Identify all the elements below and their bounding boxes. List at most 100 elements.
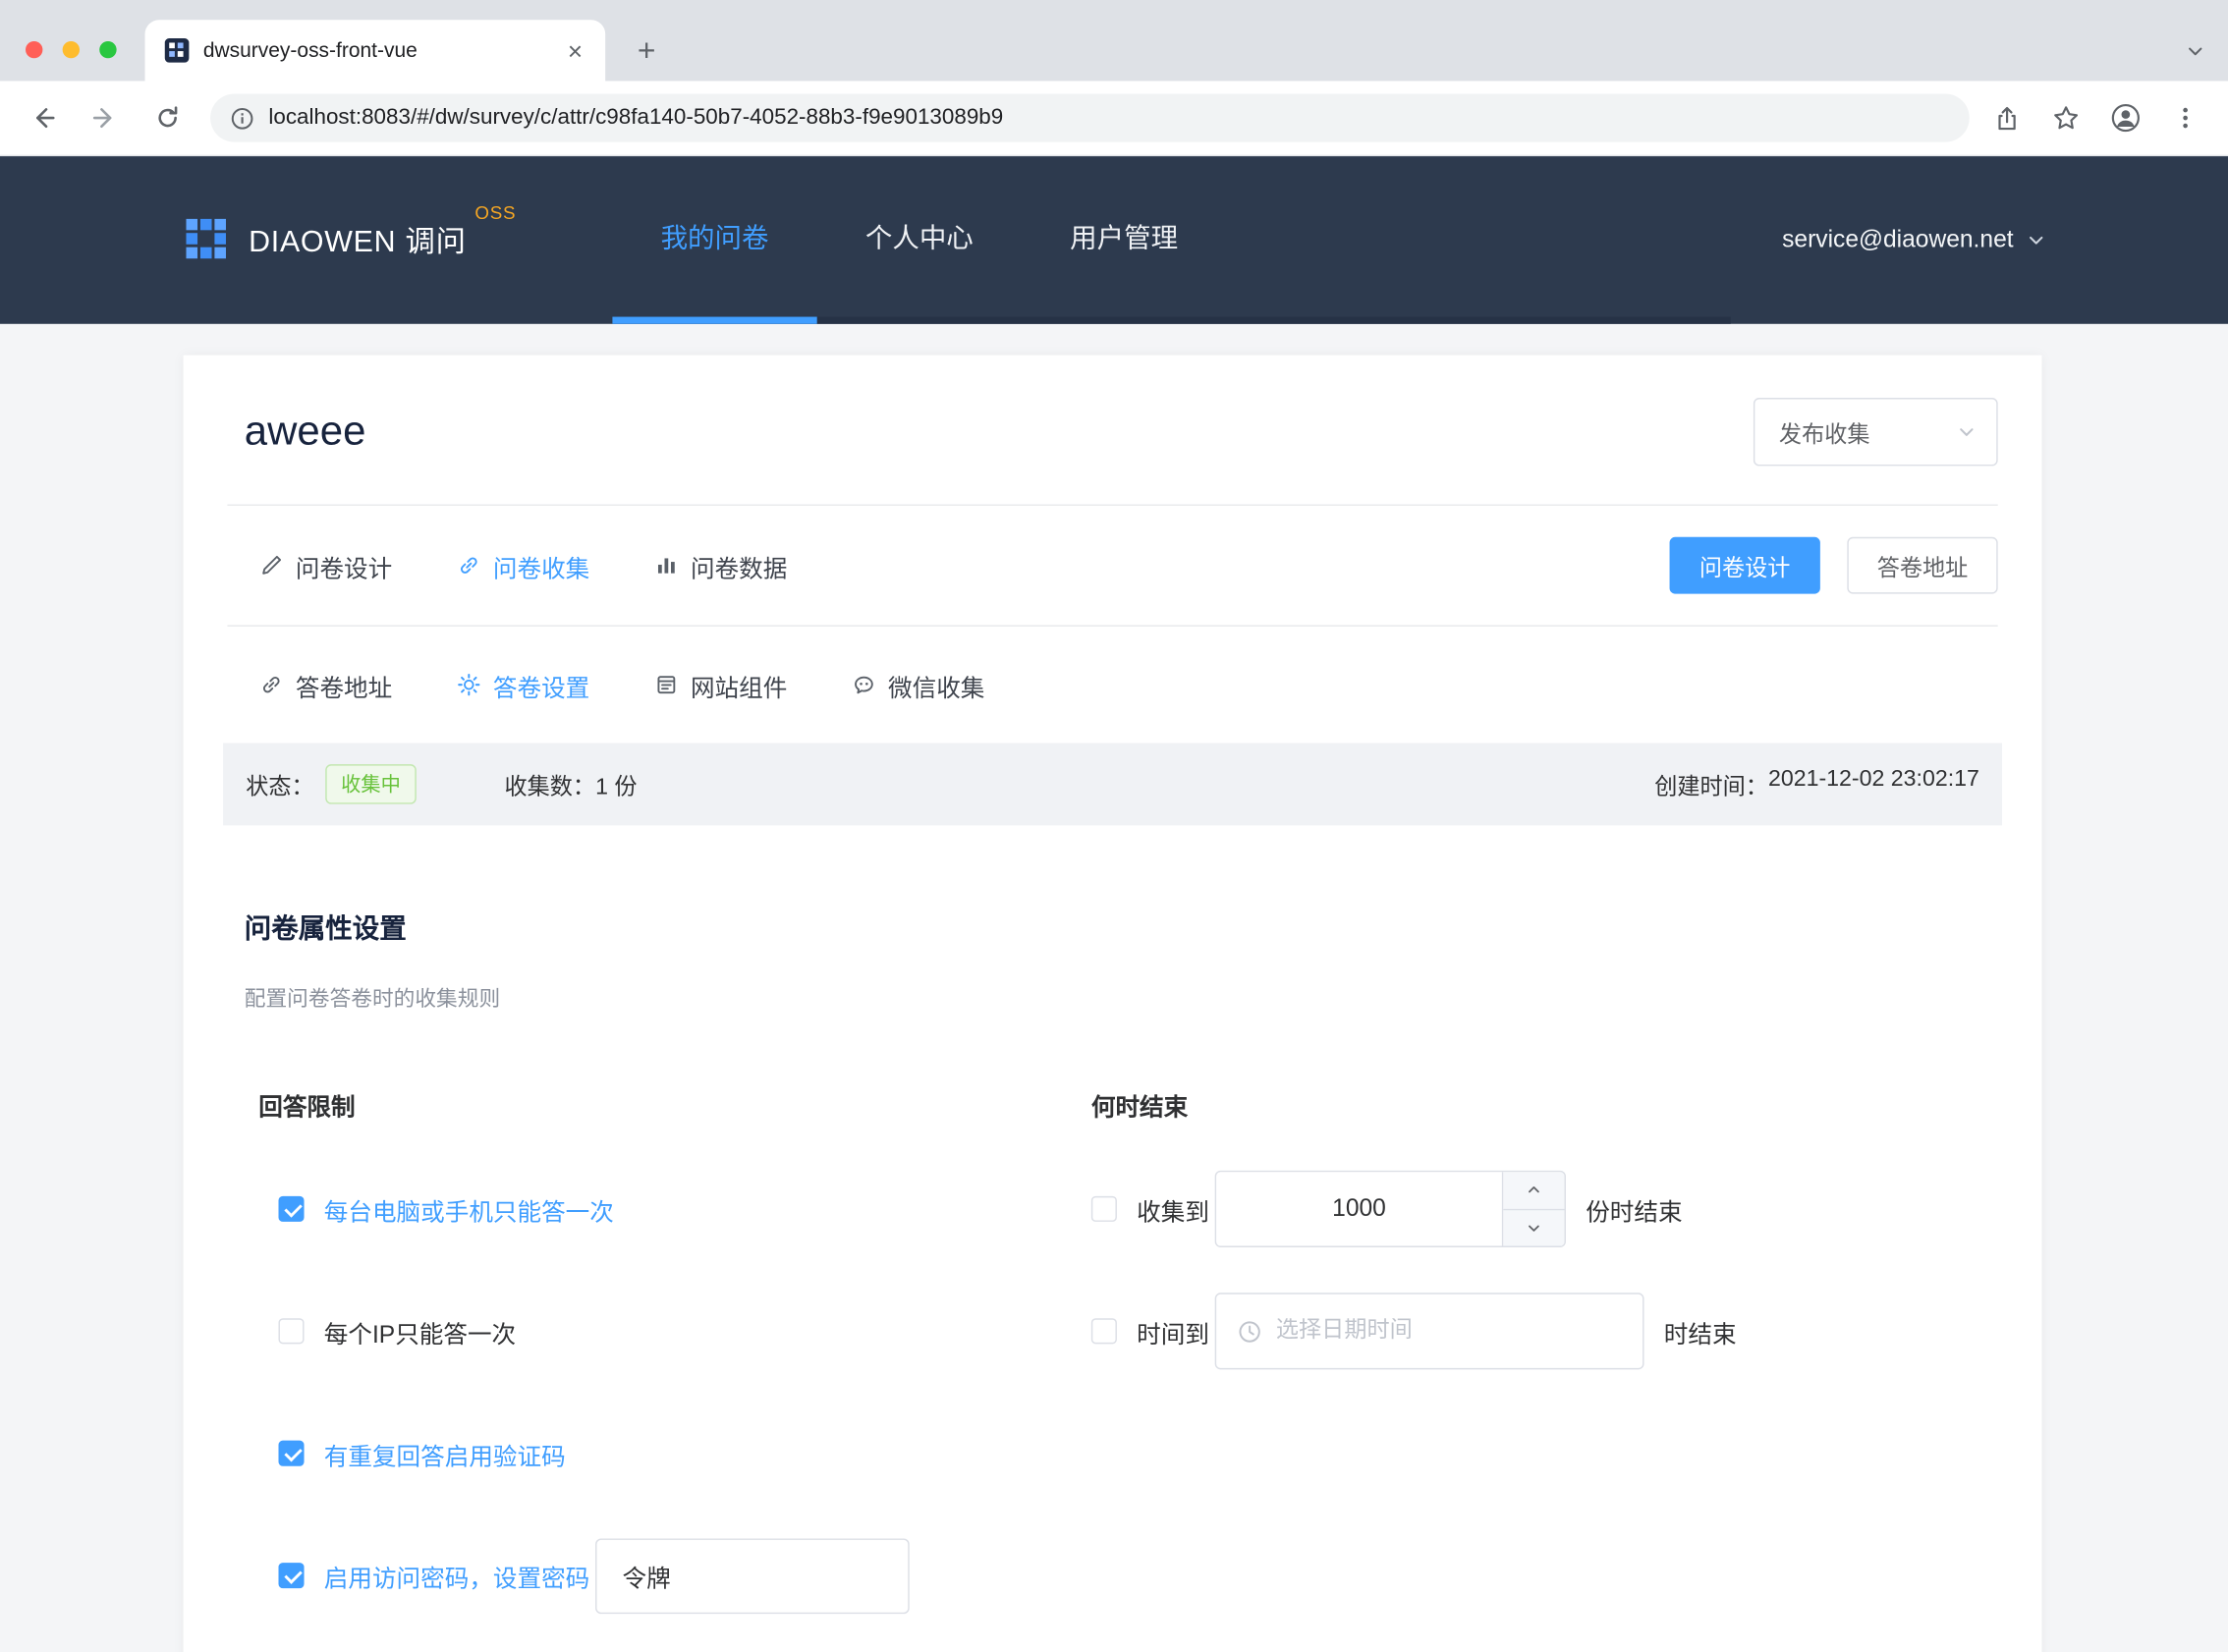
captcha-checkbox[interactable] xyxy=(279,1441,305,1466)
brand-badge: OSS xyxy=(474,201,516,223)
gear-icon xyxy=(458,674,480,696)
bookmark-star-icon[interactable] xyxy=(2046,98,2087,138)
browser-toolbar: localhost:8083/#/dw/survey/c/attr/c98fa1… xyxy=(0,81,2228,156)
tab-label: 问卷收集 xyxy=(493,548,589,583)
tab-label: 微信收集 xyxy=(888,667,984,702)
password-checkbox[interactable] xyxy=(279,1563,305,1588)
tab-label: 问卷数据 xyxy=(691,548,787,583)
survey-card: aweee 发布收集 问卷设计 xyxy=(184,356,2042,1652)
forward-button[interactable] xyxy=(85,98,126,138)
brand-name: DIAOWEN 调问 xyxy=(249,219,467,261)
zoom-window-button[interactable] xyxy=(99,41,116,58)
close-window-button[interactable] xyxy=(26,41,42,58)
collect-count-stepper xyxy=(1215,1171,1566,1247)
option-row-ip-once: 每个IP只能答一次 xyxy=(258,1270,1070,1392)
answer-limit-column: 回答限制 每台电脑或手机只能答一次 每个IP只能答一次 有重复回答启用验证 xyxy=(227,1087,1070,1637)
device-once-checkbox[interactable] xyxy=(279,1196,305,1222)
end-datetime-picker[interactable] xyxy=(1215,1293,1644,1369)
back-button[interactable] xyxy=(23,98,63,138)
stepper-controls xyxy=(1502,1172,1565,1245)
browser-tab[interactable]: dwsurvey-oss-front-vue × xyxy=(145,20,606,81)
toolbar-actions xyxy=(1986,98,2205,138)
end-when-heading: 何时结束 xyxy=(1091,1087,1998,1123)
nav-item-personal-center[interactable]: 个人中心 xyxy=(817,156,1022,316)
url-text[interactable]: localhost:8083/#/dw/survey/c/attr/c98fa1… xyxy=(268,105,1003,131)
wechat-icon xyxy=(853,674,875,696)
nav-item-label: 用户管理 xyxy=(1070,217,1178,255)
tab-actions: 问卷设计 答卷地址 xyxy=(1670,537,1998,594)
link-icon xyxy=(458,554,480,577)
tab-title: dwsurvey-oss-front-vue xyxy=(203,39,562,62)
end-when-rows: 收集到 xyxy=(1091,1148,1998,1393)
ip-once-checkbox[interactable] xyxy=(279,1318,305,1344)
tab-label: 网站组件 xyxy=(691,667,787,702)
option-row-device-once: 每台电脑或手机只能答一次 xyxy=(258,1148,1070,1270)
status-bar: 状态： 收集中 收集数： 1 份 创建时间： 2021-12-02 23:02:… xyxy=(223,743,2002,825)
time-to-checkbox[interactable] xyxy=(1091,1318,1117,1344)
settings-subheading: 配置问卷答卷时的收集规则 xyxy=(245,983,1998,1013)
option-label[interactable]: 收集到 xyxy=(1137,1191,1209,1227)
tab-survey-collect[interactable]: 问卷收集 xyxy=(458,548,590,583)
access-password-input[interactable] xyxy=(595,1538,910,1614)
reload-button[interactable] xyxy=(147,98,188,138)
link-icon xyxy=(260,674,283,696)
profile-avatar-icon[interactable] xyxy=(2106,98,2146,138)
brand[interactable]: DIAOWEN 调问 OSS xyxy=(186,156,612,324)
option-label[interactable]: 启用访问密码，设置密码 xyxy=(324,1558,589,1593)
answer-address-button[interactable]: 答卷地址 xyxy=(1847,537,1997,594)
main-nav: 我的问卷 个人中心 用户管理 xyxy=(612,156,1730,324)
created-time-value: 2021-12-02 23:02:17 xyxy=(1768,767,1979,801)
option-row-time-to: 时间到 时结束 xyxy=(1091,1270,1998,1392)
collect-count-label: 收集数： xyxy=(505,767,596,801)
survey-design-button[interactable]: 问卷设计 xyxy=(1670,537,1820,594)
nav-item-my-surveys[interactable]: 我的问卷 xyxy=(612,156,816,316)
answer-limit-heading: 回答限制 xyxy=(258,1087,1070,1123)
button-label: 问卷设计 xyxy=(1699,548,1791,582)
collect-count-value: 1 份 xyxy=(595,767,637,801)
tab-search-chevron-icon[interactable] xyxy=(2186,41,2205,61)
tab-survey-data[interactable]: 问卷数据 xyxy=(655,548,788,583)
browser-menu-icon[interactable] xyxy=(2165,98,2205,138)
stepper-up-button[interactable] xyxy=(1503,1172,1564,1209)
collect-to-suffix: 份时结束 xyxy=(1586,1191,1682,1227)
collect-count: 收集数： 1 份 xyxy=(505,767,638,801)
created-time-label: 创建时间： xyxy=(1654,767,1768,801)
tab-wechat-collect[interactable]: 微信收集 xyxy=(853,667,985,702)
time-to-suffix: 时结束 xyxy=(1664,1313,1737,1349)
widget-icon xyxy=(655,674,678,696)
tab-site-widget[interactable]: 网站组件 xyxy=(655,667,788,702)
created-time: 创建时间： 2021-12-02 23:02:17 xyxy=(1654,767,1979,801)
screen: dwsurvey-oss-front-vue × + localhost:808… xyxy=(0,0,2228,1652)
new-tab-button[interactable]: + xyxy=(625,29,667,72)
account-menu[interactable]: service@diaowen.net xyxy=(1782,156,2046,324)
share-icon[interactable] xyxy=(1986,98,2027,138)
tab-close-icon[interactable]: × xyxy=(562,34,588,66)
option-label[interactable]: 每个IP只能答一次 xyxy=(324,1313,516,1349)
tab-answer-settings[interactable]: 答卷设置 xyxy=(458,667,590,702)
app-header: DIAOWEN 调问 OSS 我的问卷 个人中心 用户管理 service@di… xyxy=(0,156,2228,324)
nav-item-label: 个人中心 xyxy=(865,217,974,255)
option-label[interactable]: 有重复回答启用验证码 xyxy=(324,1436,566,1471)
minimize-window-button[interactable] xyxy=(63,41,80,58)
collect-to-checkbox[interactable] xyxy=(1091,1196,1117,1222)
option-label[interactable]: 每台电脑或手机只能答一次 xyxy=(324,1191,614,1227)
tab-label: 问卷设计 xyxy=(296,548,392,583)
collect-count-input[interactable] xyxy=(1216,1172,1502,1245)
address-bar[interactable]: localhost:8083/#/dw/survey/c/attr/c98fa1… xyxy=(210,93,1970,141)
site-info-icon[interactable] xyxy=(230,106,254,131)
button-label: 答卷地址 xyxy=(1877,548,1969,582)
option-label[interactable]: 时间到 xyxy=(1137,1313,1209,1349)
publish-collect-select[interactable]: 发布收集 xyxy=(1754,398,1998,466)
tab-label: 答卷设置 xyxy=(493,667,589,702)
page-body: aweee 发布收集 问卷设计 xyxy=(0,324,2228,1652)
stepper-down-button[interactable] xyxy=(1503,1210,1564,1246)
status-badge: 收集中 xyxy=(325,764,417,804)
nav-item-user-management[interactable]: 用户管理 xyxy=(1022,156,1226,316)
end-datetime-input[interactable] xyxy=(1276,1318,1621,1344)
account-email: service@diaowen.net xyxy=(1782,226,2013,254)
settings-heading: 问卷属性设置 xyxy=(245,908,1998,946)
browser-tab-strip: dwsurvey-oss-front-vue × + xyxy=(0,0,2228,81)
window-controls xyxy=(0,41,117,82)
tab-answer-address[interactable]: 答卷地址 xyxy=(260,667,393,702)
tab-survey-design[interactable]: 问卷设计 xyxy=(260,548,393,583)
